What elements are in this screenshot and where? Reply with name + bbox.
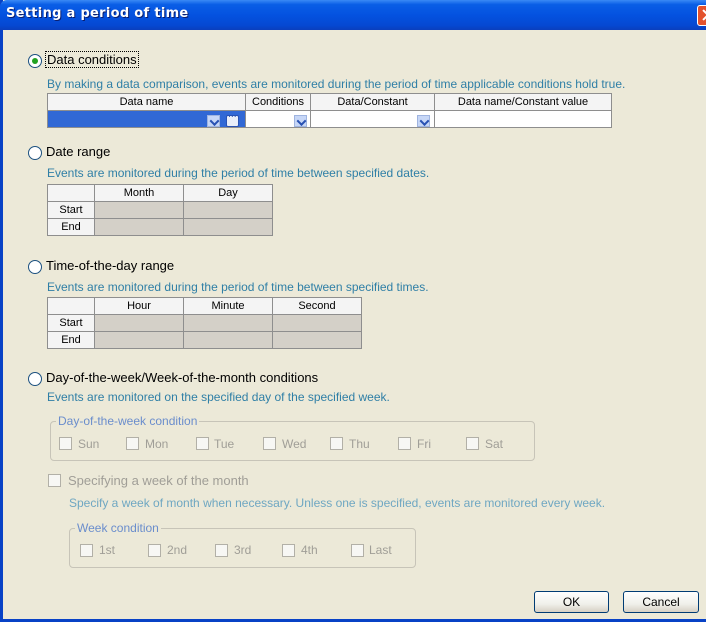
label-sat: Sat: [485, 437, 504, 451]
col-hour: Hour: [94, 297, 184, 315]
start-month-cell[interactable]: [94, 201, 184, 219]
checkbox-thu[interactable]: [330, 437, 343, 450]
row-end: End: [47, 218, 95, 236]
corner-cell: [47, 297, 95, 315]
col-data-name: Data name: [47, 93, 246, 111]
data-name-dropdown-icon[interactable]: [207, 115, 220, 127]
time-range-label[interactable]: Time-of-the-day range: [46, 258, 174, 273]
label-thu: Thu: [349, 437, 370, 451]
col-minute: Minute: [183, 297, 273, 315]
end-minute-cell[interactable]: [183, 331, 273, 349]
checkbox-sun[interactable]: [59, 437, 72, 450]
title-bar: Setting a period of time: [0, 0, 706, 30]
label-wed: Wed: [282, 437, 307, 451]
radio-time-range[interactable]: [28, 260, 42, 274]
data-constant-dropdown-icon[interactable]: [417, 115, 430, 127]
window-title: Setting a period of time: [6, 6, 189, 21]
row-end: End: [47, 331, 95, 349]
label-week-3rd: 3rd: [234, 543, 252, 557]
col-conditions: Conditions: [245, 93, 311, 111]
time-range-table: Hour Minute Second Start End: [47, 297, 362, 349]
date-range-description: Events are monitored during the period o…: [47, 166, 430, 180]
row-start: Start: [47, 314, 95, 332]
checkbox-week-3rd[interactable]: [215, 544, 228, 557]
ok-button[interactable]: OK: [534, 591, 609, 613]
checkbox-tue[interactable]: [196, 437, 209, 450]
corner-cell: [47, 184, 95, 202]
label-week-1st: 1st: [99, 543, 116, 557]
start-day-cell[interactable]: [183, 201, 273, 219]
time-range-description: Events are monitored during the period o…: [47, 280, 429, 294]
end-second-cell[interactable]: [272, 331, 362, 349]
checkbox-week-last[interactable]: [351, 544, 364, 557]
specify-week-description: Specify a week of month when necessary. …: [69, 496, 606, 510]
end-day-cell[interactable]: [183, 218, 273, 236]
data-constant-cell[interactable]: [310, 110, 435, 128]
week-conditions-label[interactable]: Day-of-the-week/Week-of-the-month condit…: [46, 370, 318, 385]
date-range-label[interactable]: Date range: [46, 144, 110, 159]
close-icon[interactable]: [697, 5, 706, 26]
label-week-last: Last: [369, 543, 392, 557]
radio-data-conditions[interactable]: [28, 54, 42, 68]
conditions-dropdown-icon[interactable]: [294, 115, 307, 127]
label-week-4th: 4th: [301, 543, 318, 557]
specify-week-label: Specifying a week of the month: [68, 473, 249, 488]
browse-icon[interactable]: [226, 110, 239, 127]
value-cell[interactable]: [434, 110, 612, 128]
col-data-name-constant-value: Data name/Constant value: [434, 93, 612, 111]
data-conditions-table: Data name Conditions Data/Constant Data …: [47, 93, 612, 128]
week-conditions-description: Events are monitored on the specified da…: [47, 390, 390, 404]
row-start: Start: [47, 201, 95, 219]
data-conditions-description: By making a data comparison, events are …: [47, 77, 626, 91]
col-second: Second: [272, 297, 362, 315]
label-week-2nd: 2nd: [167, 543, 188, 557]
start-hour-cell[interactable]: [94, 314, 184, 332]
radio-week-conditions[interactable]: [28, 372, 42, 386]
checkbox-mon[interactable]: [126, 437, 139, 450]
date-range-table: Month Day Start End: [47, 184, 273, 236]
cancel-button[interactable]: Cancel: [623, 591, 699, 613]
label-mon: Mon: [145, 437, 169, 451]
day-of-week-legend: Day-of-the-week condition: [56, 414, 200, 428]
radio-date-range[interactable]: [28, 146, 42, 160]
col-data-constant: Data/Constant: [310, 93, 435, 111]
checkbox-week-1st[interactable]: [80, 544, 93, 557]
end-hour-cell[interactable]: [94, 331, 184, 349]
end-month-cell[interactable]: [94, 218, 184, 236]
checkbox-week-4th[interactable]: [282, 544, 295, 557]
label-tue: Tue: [214, 437, 235, 451]
col-month: Month: [94, 184, 184, 202]
label-fri: Fri: [417, 437, 431, 451]
label-sun: Sun: [78, 437, 100, 451]
checkbox-wed[interactable]: [263, 437, 276, 450]
start-second-cell[interactable]: [272, 314, 362, 332]
checkbox-specify-week[interactable]: [48, 474, 61, 487]
week-condition-legend: Week condition: [75, 521, 161, 535]
data-conditions-label[interactable]: Data conditions: [45, 51, 139, 68]
start-minute-cell[interactable]: [183, 314, 273, 332]
col-day: Day: [183, 184, 273, 202]
checkbox-fri[interactable]: [398, 437, 411, 450]
checkbox-week-2nd[interactable]: [148, 544, 161, 557]
checkbox-sat[interactable]: [466, 437, 479, 450]
